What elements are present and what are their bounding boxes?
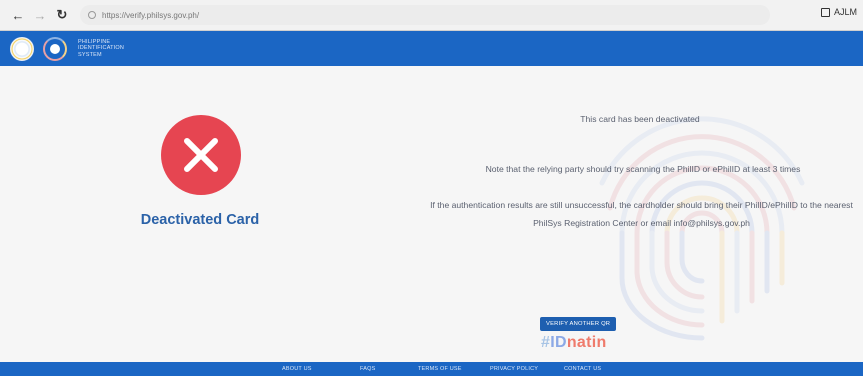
footer-link-faqs[interactable]: FAQS (360, 366, 375, 372)
tab-icon (820, 7, 830, 17)
hashtag-id: ID (550, 334, 567, 351)
reload-icon[interactable]: ↻ (54, 7, 70, 23)
government-seal-icon (10, 36, 34, 61)
deactivated-status-icon (161, 115, 241, 195)
close-icon (184, 138, 218, 172)
system-name: PHILIPPINE IDENTIFICATION SYSTEM (78, 39, 124, 58)
fingerprint-watermark-icon (599, 116, 805, 341)
authentication-help-text: If the authentication results are still … (430, 200, 853, 228)
verify-another-qr-button[interactable]: VERIFY ANOTHER QR (540, 317, 617, 331)
profile-area[interactable]: AJLM (820, 7, 857, 17)
profile-name: AJLM (833, 7, 857, 17)
system-name-line: IDENTIFICATION (78, 45, 125, 52)
footer-link-about-us[interactable]: ABOUT US (282, 366, 312, 372)
system-name-line: SYSTEM (78, 51, 102, 58)
main-content: Deactivated Card This card has been deac… (0, 66, 863, 362)
url-text: https://verify.philsys.gov.ph/ (102, 10, 200, 20)
scan-retry-note: Note that the relying party should try s… (485, 164, 801, 174)
deactivated-message: This card has been deactivated (580, 114, 700, 124)
back-icon[interactable]: ← (10, 7, 26, 23)
address-bar[interactable]: https://verify.philsys.gov.ph/ (80, 5, 770, 25)
footer-link-privacy-policy[interactable]: PRIVACY POLICY (490, 366, 538, 372)
forward-icon[interactable]: → (32, 7, 48, 23)
hashtag-symbol: # (541, 334, 551, 351)
footer-link-terms-of-use[interactable]: TERMS OF USE (418, 366, 462, 372)
status-title: Deactivated Card (140, 212, 260, 228)
hashtag-natin: natin (566, 334, 607, 351)
footer-link-contact-us[interactable]: CONTACT US (564, 366, 601, 372)
idnatin-hashtag-logo: #IDnatin (541, 334, 607, 352)
page: ← → ↻ https://verify.philsys.gov.ph/ AJL… (0, 0, 863, 376)
browser-toolbar: ← → ↻ https://verify.philsys.gov.ph/ AJL… (0, 0, 863, 31)
philsys-logo-icon (42, 36, 68, 62)
app-header: PHILIPPINE IDENTIFICATION SYSTEM (0, 31, 863, 66)
site-info-icon[interactable] (88, 11, 96, 19)
footer: ABOUT US FAQS TERMS OF USE PRIVACY POLIC… (0, 362, 863, 376)
